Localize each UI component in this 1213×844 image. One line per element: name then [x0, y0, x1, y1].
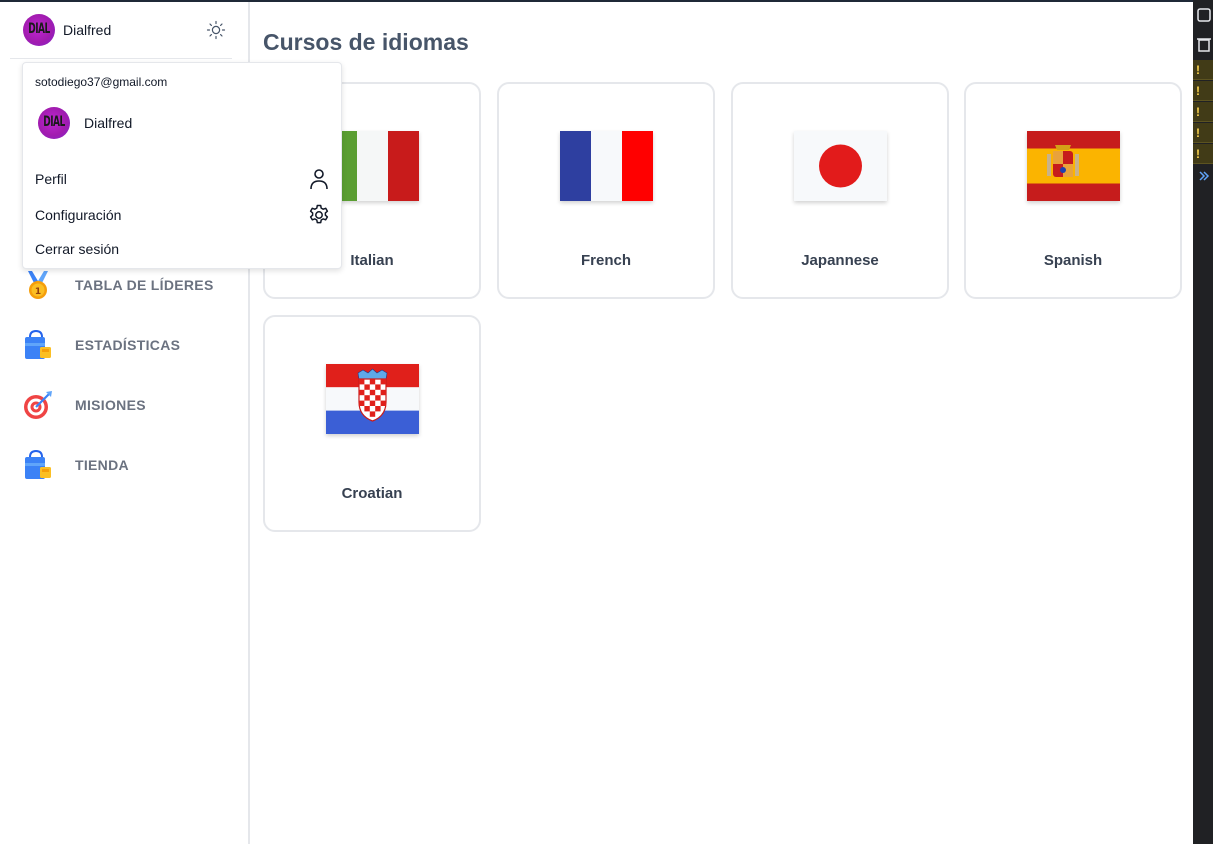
japan-flag: [794, 131, 887, 201]
chevron-double-right-icon[interactable]: [1198, 170, 1210, 182]
warning-icon: !: [1193, 102, 1213, 122]
france-flag: [560, 131, 653, 201]
sidebar-item-label: MISIONES: [75, 397, 146, 413]
sidebar-item-label: ESTADÍSTICAS: [75, 337, 181, 353]
user-dropdown-menu: sotodiego37@gmail.com DIAL Dialfred Perf…: [22, 62, 342, 269]
course-card-croatian[interactable]: Croatian: [263, 315, 481, 532]
avatar: DIAL: [38, 107, 70, 139]
croatia-flag: [326, 364, 419, 434]
user-icon: [310, 169, 328, 190]
course-card-french[interactable]: French: [497, 82, 715, 299]
page-title: Cursos de idiomas: [263, 29, 469, 55]
trash-icon[interactable]: [1197, 36, 1211, 52]
menu-item-settings[interactable]: Configuración: [35, 201, 331, 229]
sun-icon[interactable]: [206, 20, 226, 40]
menu-item-label: Cerrar sesión: [35, 241, 120, 257]
sidebar-item-missions[interactable]: MISIONES: [22, 387, 232, 423]
course-label: Spanish: [1043, 252, 1103, 269]
user-name: Dialfred: [63, 22, 112, 38]
gear-icon: [309, 204, 329, 224]
sidebar-item-stats[interactable]: ESTADÍSTICAS: [22, 327, 232, 363]
menu-item-logout[interactable]: Cerrar sesión: [35, 235, 331, 263]
menu-item-label: Perfil: [35, 171, 67, 187]
user-name: Dialfred: [84, 115, 133, 131]
medal-icon: 1: [28, 271, 48, 299]
user-email: sotodiego37@gmail.com: [35, 75, 168, 89]
shopping-bag-icon: [25, 449, 51, 479]
menu-item-profile[interactable]: Perfil: [35, 165, 331, 193]
svg-text:1: 1: [35, 287, 41, 297]
user-menu-trigger[interactable]: DIAL Dialfred: [10, 2, 232, 59]
course-card-japanese[interactable]: Japannese: [731, 82, 949, 299]
warning-icon: !: [1193, 123, 1213, 143]
devtools-panel-edge: ! ! ! ! !: [1193, 0, 1213, 844]
dropdown-user: DIAL Dialfred: [38, 107, 132, 139]
sidebar-item-leaderboard[interactable]: 1 TABLA DE LÍDERES: [22, 267, 232, 303]
sidebar-item-shop[interactable]: TIENDA: [22, 447, 232, 483]
course-label: French: [580, 252, 631, 269]
course-label: Croatian: [341, 485, 403, 502]
spain-flag: [1027, 131, 1120, 201]
course-label: Japannese: [801, 252, 879, 269]
warning-icon: !: [1193, 81, 1213, 101]
course-card-spanish[interactable]: Spanish: [964, 82, 1182, 299]
sidebar-item-label: TIENDA: [75, 457, 129, 473]
sidebar-item-label: TABLA DE LÍDERES: [75, 277, 214, 293]
menu-item-label: Configuración: [35, 207, 122, 223]
warning-icon: !: [1193, 60, 1213, 80]
warning-icon: !: [1193, 144, 1213, 164]
target-icon: [24, 391, 52, 419]
shopping-bag-icon: [25, 329, 51, 359]
avatar: DIAL: [23, 14, 55, 46]
window-icon: [1197, 8, 1211, 22]
